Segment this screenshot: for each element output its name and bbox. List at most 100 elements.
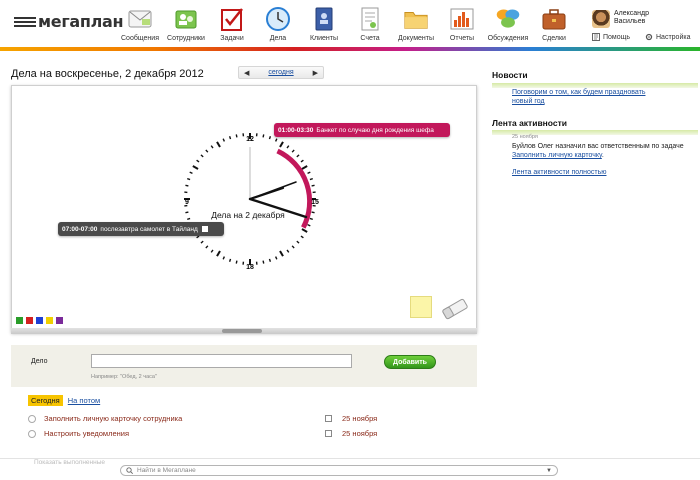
nav-item-invoices[interactable]: Счета (347, 6, 393, 42)
show-completed-link[interactable]: Показать выполненные (34, 459, 105, 466)
news-link[interactable]: Поговорим о том, как будем праздновать н… (512, 88, 645, 106)
nav-item-reports[interactable]: Отчеты (439, 6, 485, 42)
clock-event[interactable]: 07:00-07:00 послезавтра самолет в Тайлан… (58, 222, 224, 236)
clock-tick (291, 245, 295, 249)
clock-event[interactable]: 01:00-03:30 Банкет по случаю дня рождени… (274, 123, 450, 137)
color-swatch[interactable] (36, 317, 43, 324)
hour-label-12: 12 (246, 136, 254, 143)
reports-chart-icon (449, 6, 475, 32)
color-swatch[interactable] (26, 317, 33, 324)
tab-today[interactable]: Сегодня (28, 395, 63, 406)
color-swatch[interactable] (16, 317, 23, 324)
clock-tick (301, 165, 308, 170)
task-date: 25 ноября (342, 414, 378, 423)
clock-tick (311, 184, 315, 187)
activity-heading: Лента активности (492, 118, 568, 128)
logo[interactable]: мегаплан (14, 12, 124, 31)
task-title[interactable]: Заполнить личную карточку сотрудника (44, 414, 182, 423)
task-complete-radio[interactable] (28, 429, 36, 438)
deal-input[interactable] (91, 354, 352, 368)
settings-label: Настройка (656, 33, 691, 41)
clock-tick (189, 171, 193, 175)
main-nav: Сообщения Сотрудники Задачи Дела Клиенты (117, 6, 577, 42)
clock-tick (307, 223, 311, 227)
clock-tick (274, 138, 278, 142)
clock-tick (300, 235, 304, 239)
clock-tick (262, 134, 265, 138)
help-link[interactable]: Помощь (592, 33, 630, 41)
color-swatch[interactable] (56, 317, 63, 324)
clock-tick (200, 240, 204, 244)
header-color-strip (0, 47, 700, 51)
clock-tick (311, 211, 315, 214)
add-button[interactable]: Добавить (384, 355, 436, 369)
activity-date: 25 ноября (512, 134, 538, 140)
nav-label: Клиенты (309, 35, 339, 42)
activity-text: Буйлов Олег назначил вас ответственным п… (512, 143, 684, 150)
user-profile[interactable]: Александр Васильев (592, 10, 674, 28)
clock-tick (309, 217, 313, 221)
nav-item-deals[interactable]: Дела (255, 6, 301, 42)
chevron-down-icon[interactable]: ▼ (546, 468, 552, 474)
clock-tick (301, 228, 308, 233)
task-title[interactable]: Настроить уведомления (44, 429, 129, 438)
global-search[interactable]: Найти в Мегаплане ▼ (120, 465, 558, 476)
settings-link[interactable]: Настройка (645, 33, 690, 41)
clock-tick (228, 136, 232, 140)
nav-label: Сотрудники (167, 35, 205, 42)
nav-item-clients[interactable]: Клиенты (301, 6, 347, 42)
nav-label: Сообщения (121, 35, 159, 42)
nav-item-discussions[interactable]: Обсуждения (485, 6, 531, 42)
clients-book-icon (311, 6, 337, 32)
clock-tick (309, 177, 313, 181)
clock-tick (216, 141, 221, 148)
clock-tick (300, 159, 304, 163)
nav-label: Отчеты (449, 35, 475, 42)
task-date-item: 25 ноября (325, 429, 377, 438)
clock-tick (262, 260, 265, 264)
user-name: Александр Васильев (614, 10, 674, 26)
nav-item-tasks[interactable]: Задачи (209, 6, 255, 42)
clock-tick (268, 258, 272, 262)
help-label: Помощь (603, 33, 631, 41)
sticky-note-icon[interactable] (410, 296, 432, 318)
clock-tick (279, 250, 284, 257)
nav-item-employees[interactable]: Сотрудники (163, 6, 209, 42)
clock-tick (286, 249, 290, 253)
clock-tick (187, 217, 191, 221)
hour-label-9: 9 (185, 199, 189, 206)
activity-all-link[interactable]: Лента активности полностью (512, 168, 606, 177)
clock-tick (192, 165, 199, 170)
nav-item-deals-sales[interactable]: Сделки (531, 6, 577, 42)
user-last-name: Васильев (614, 18, 646, 25)
clock-tick (291, 149, 295, 153)
next-day-button[interactable]: ▶ (313, 69, 318, 77)
today-link[interactable]: сегодня (268, 69, 293, 76)
clock-tick (196, 235, 200, 239)
clock-tick (216, 250, 221, 257)
discussion-bubbles-icon (495, 6, 521, 32)
clock-tick (222, 256, 226, 260)
task-checkbox[interactable] (325, 415, 332, 422)
news-link-line: новый год (512, 98, 545, 105)
invoice-icon (357, 6, 383, 32)
color-swatch[interactable] (46, 317, 53, 324)
activity-task-link[interactable]: Заполнить личную карточку (512, 152, 602, 159)
resize-handle[interactable] (222, 329, 262, 333)
nav-item-messages[interactable]: Сообщения (117, 6, 163, 42)
prev-day-button[interactable]: ◀ (244, 69, 249, 77)
tab-later[interactable]: На потом (65, 395, 103, 406)
clock-icon (265, 6, 291, 32)
eraser-icon[interactable] (440, 298, 470, 322)
nav-label: Задачи (220, 35, 244, 42)
deal-input-hint: Например: "Обед, 2 часа" (91, 374, 157, 380)
nav-item-documents[interactable]: Документы (393, 6, 439, 42)
task-complete-radio[interactable] (28, 414, 36, 423)
date-navigator: ◀ сегодня ▶ (238, 66, 324, 79)
avatar (592, 10, 610, 28)
task-checkbox[interactable] (325, 430, 332, 437)
clock-tick (228, 258, 232, 262)
clock-tick (196, 159, 200, 163)
event-checkbox[interactable] (201, 226, 208, 232)
clock-tick (268, 136, 272, 140)
